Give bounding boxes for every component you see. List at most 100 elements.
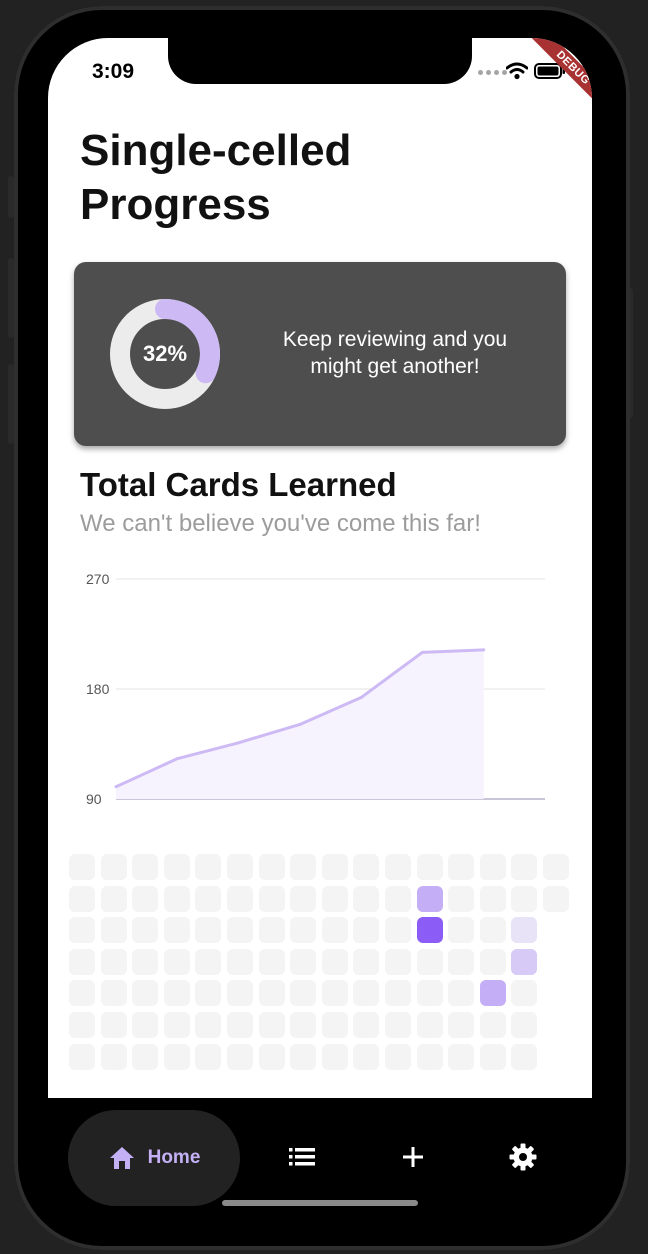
heatmap-cell: [511, 980, 538, 1007]
heatmap-cell: [69, 885, 95, 912]
heatmap-cell: [100, 948, 127, 975]
heatmap-cell: [448, 854, 475, 880]
heatmap-cell: [385, 948, 411, 975]
heatmap-cell: [163, 1012, 190, 1038]
heatmap-cell: [290, 854, 317, 880]
heatmap-cell: [100, 854, 127, 880]
heatmap-cell: [385, 1043, 411, 1070]
heatmap-cell: [258, 1012, 285, 1038]
heatmap-cell: [416, 948, 443, 975]
heatmap-cell: [416, 885, 443, 912]
heatmap-cell: [163, 1043, 190, 1070]
heatmap-cell: [479, 885, 506, 912]
heatmap-cell: [416, 1043, 443, 1070]
heatmap-cell: [353, 1012, 380, 1038]
heatmap-cell: [353, 948, 380, 975]
device-notch: [168, 38, 472, 84]
heatmap-cell: [353, 854, 380, 880]
heatmap-cell: [195, 1012, 222, 1038]
heatmap-cell: [132, 885, 159, 912]
progress-percent: 32%: [142, 341, 188, 366]
heatmap-cell: [353, 885, 380, 912]
heatmap-cell: [416, 1012, 443, 1038]
heatmap-cell: [321, 885, 348, 912]
heatmap-cell: [227, 1012, 253, 1038]
heatmap-cell: [290, 1012, 317, 1038]
heatmap-cell: [511, 854, 538, 880]
heatmap-cell: [195, 980, 222, 1007]
heatmap-cell: [385, 885, 411, 912]
heatmap-cell: [163, 948, 190, 975]
chart-y-tick-label: 90: [86, 791, 102, 807]
heatmap-cell: [448, 948, 475, 975]
heatmap-cell: [163, 917, 190, 944]
chart-data-point: [359, 696, 363, 700]
heatmap-cell: [100, 980, 127, 1007]
heatmap-cell: [132, 1043, 159, 1070]
heatmap-cell: [448, 1043, 475, 1070]
heatmap-cell: [69, 1043, 95, 1070]
chart-data-point: [298, 722, 302, 726]
nav-settings-button[interactable]: [508, 1142, 538, 1172]
heatmap-cell: [321, 1043, 348, 1070]
heatmap-cell: [479, 854, 506, 880]
heatmap-cell: [132, 917, 159, 944]
heatmap-cell: [290, 980, 317, 1007]
heatmap-cell: [511, 948, 538, 975]
heatmap-cell: [132, 948, 159, 975]
heatmap-cell: [353, 980, 380, 1007]
heatmap-cell: [69, 980, 95, 1007]
heatmap-cell: [479, 980, 506, 1007]
cellular-signal-icon: [478, 70, 507, 75]
heatmap-cell: [69, 948, 95, 975]
chart-data-point: [114, 785, 118, 789]
heatmap-cell: [195, 854, 222, 880]
heatmap-cell: [479, 948, 506, 975]
heatmap-cell: [290, 885, 317, 912]
heatmap-cell: [321, 980, 348, 1007]
list-icon: [289, 1148, 315, 1166]
heatmap-cell: [511, 1012, 538, 1038]
heatmap-cell: [385, 917, 411, 944]
heatmap-cell: [195, 1043, 222, 1070]
status-time: 3:09: [92, 60, 135, 83]
heatmap-cell: [416, 980, 443, 1007]
heatmap-cell: [543, 885, 569, 912]
heatmap-cell: [290, 917, 317, 944]
heatmap-cell: [321, 854, 348, 880]
nav-home-label: Home: [147, 1147, 201, 1168]
heatmap-cell: [258, 1043, 285, 1070]
review-heatmap: [69, 854, 569, 1072]
heatmap-cell: [69, 917, 95, 944]
heatmap-cell: [132, 1012, 159, 1038]
heatmap-cell: [511, 885, 538, 912]
chart-y-tick-label: 270: [86, 571, 110, 587]
heatmap-cell: [416, 854, 443, 880]
section-title: Total Cards Learned: [80, 466, 397, 503]
heatmap-cell: [163, 885, 190, 912]
heatmap-cell: [385, 1012, 411, 1038]
cards-learned-chart: 270 180 90: [86, 571, 545, 807]
heatmap-cell: [100, 885, 127, 912]
heatmap-cell: [416, 917, 443, 944]
heatmap-cell: [195, 948, 222, 975]
heatmap-cell: [321, 917, 348, 944]
heatmap-cell: [543, 854, 569, 880]
heatmap-cell: [69, 854, 95, 880]
heatmap-cell: [353, 1043, 380, 1070]
home-indicator: [222, 1200, 418, 1206]
heatmap-cell: [385, 854, 411, 880]
heatmap-cell: [258, 980, 285, 1007]
heatmap-cell: [100, 1012, 127, 1038]
heatmap-cell: [448, 980, 475, 1007]
nav-home-button[interactable]: Home: [68, 1110, 240, 1206]
nav-list-button[interactable]: [287, 1142, 317, 1172]
nav-add-button[interactable]: [398, 1142, 428, 1172]
heatmap-cell: [132, 980, 159, 1007]
heatmap-cell: [227, 917, 253, 944]
heatmap-cell: [227, 1043, 253, 1070]
page-title: Single-celled Progress: [80, 126, 352, 229]
progress-message: Keep reviewing and you might get another…: [282, 328, 508, 378]
heatmap-cell: [258, 948, 285, 975]
heatmap-cell: [479, 917, 506, 944]
